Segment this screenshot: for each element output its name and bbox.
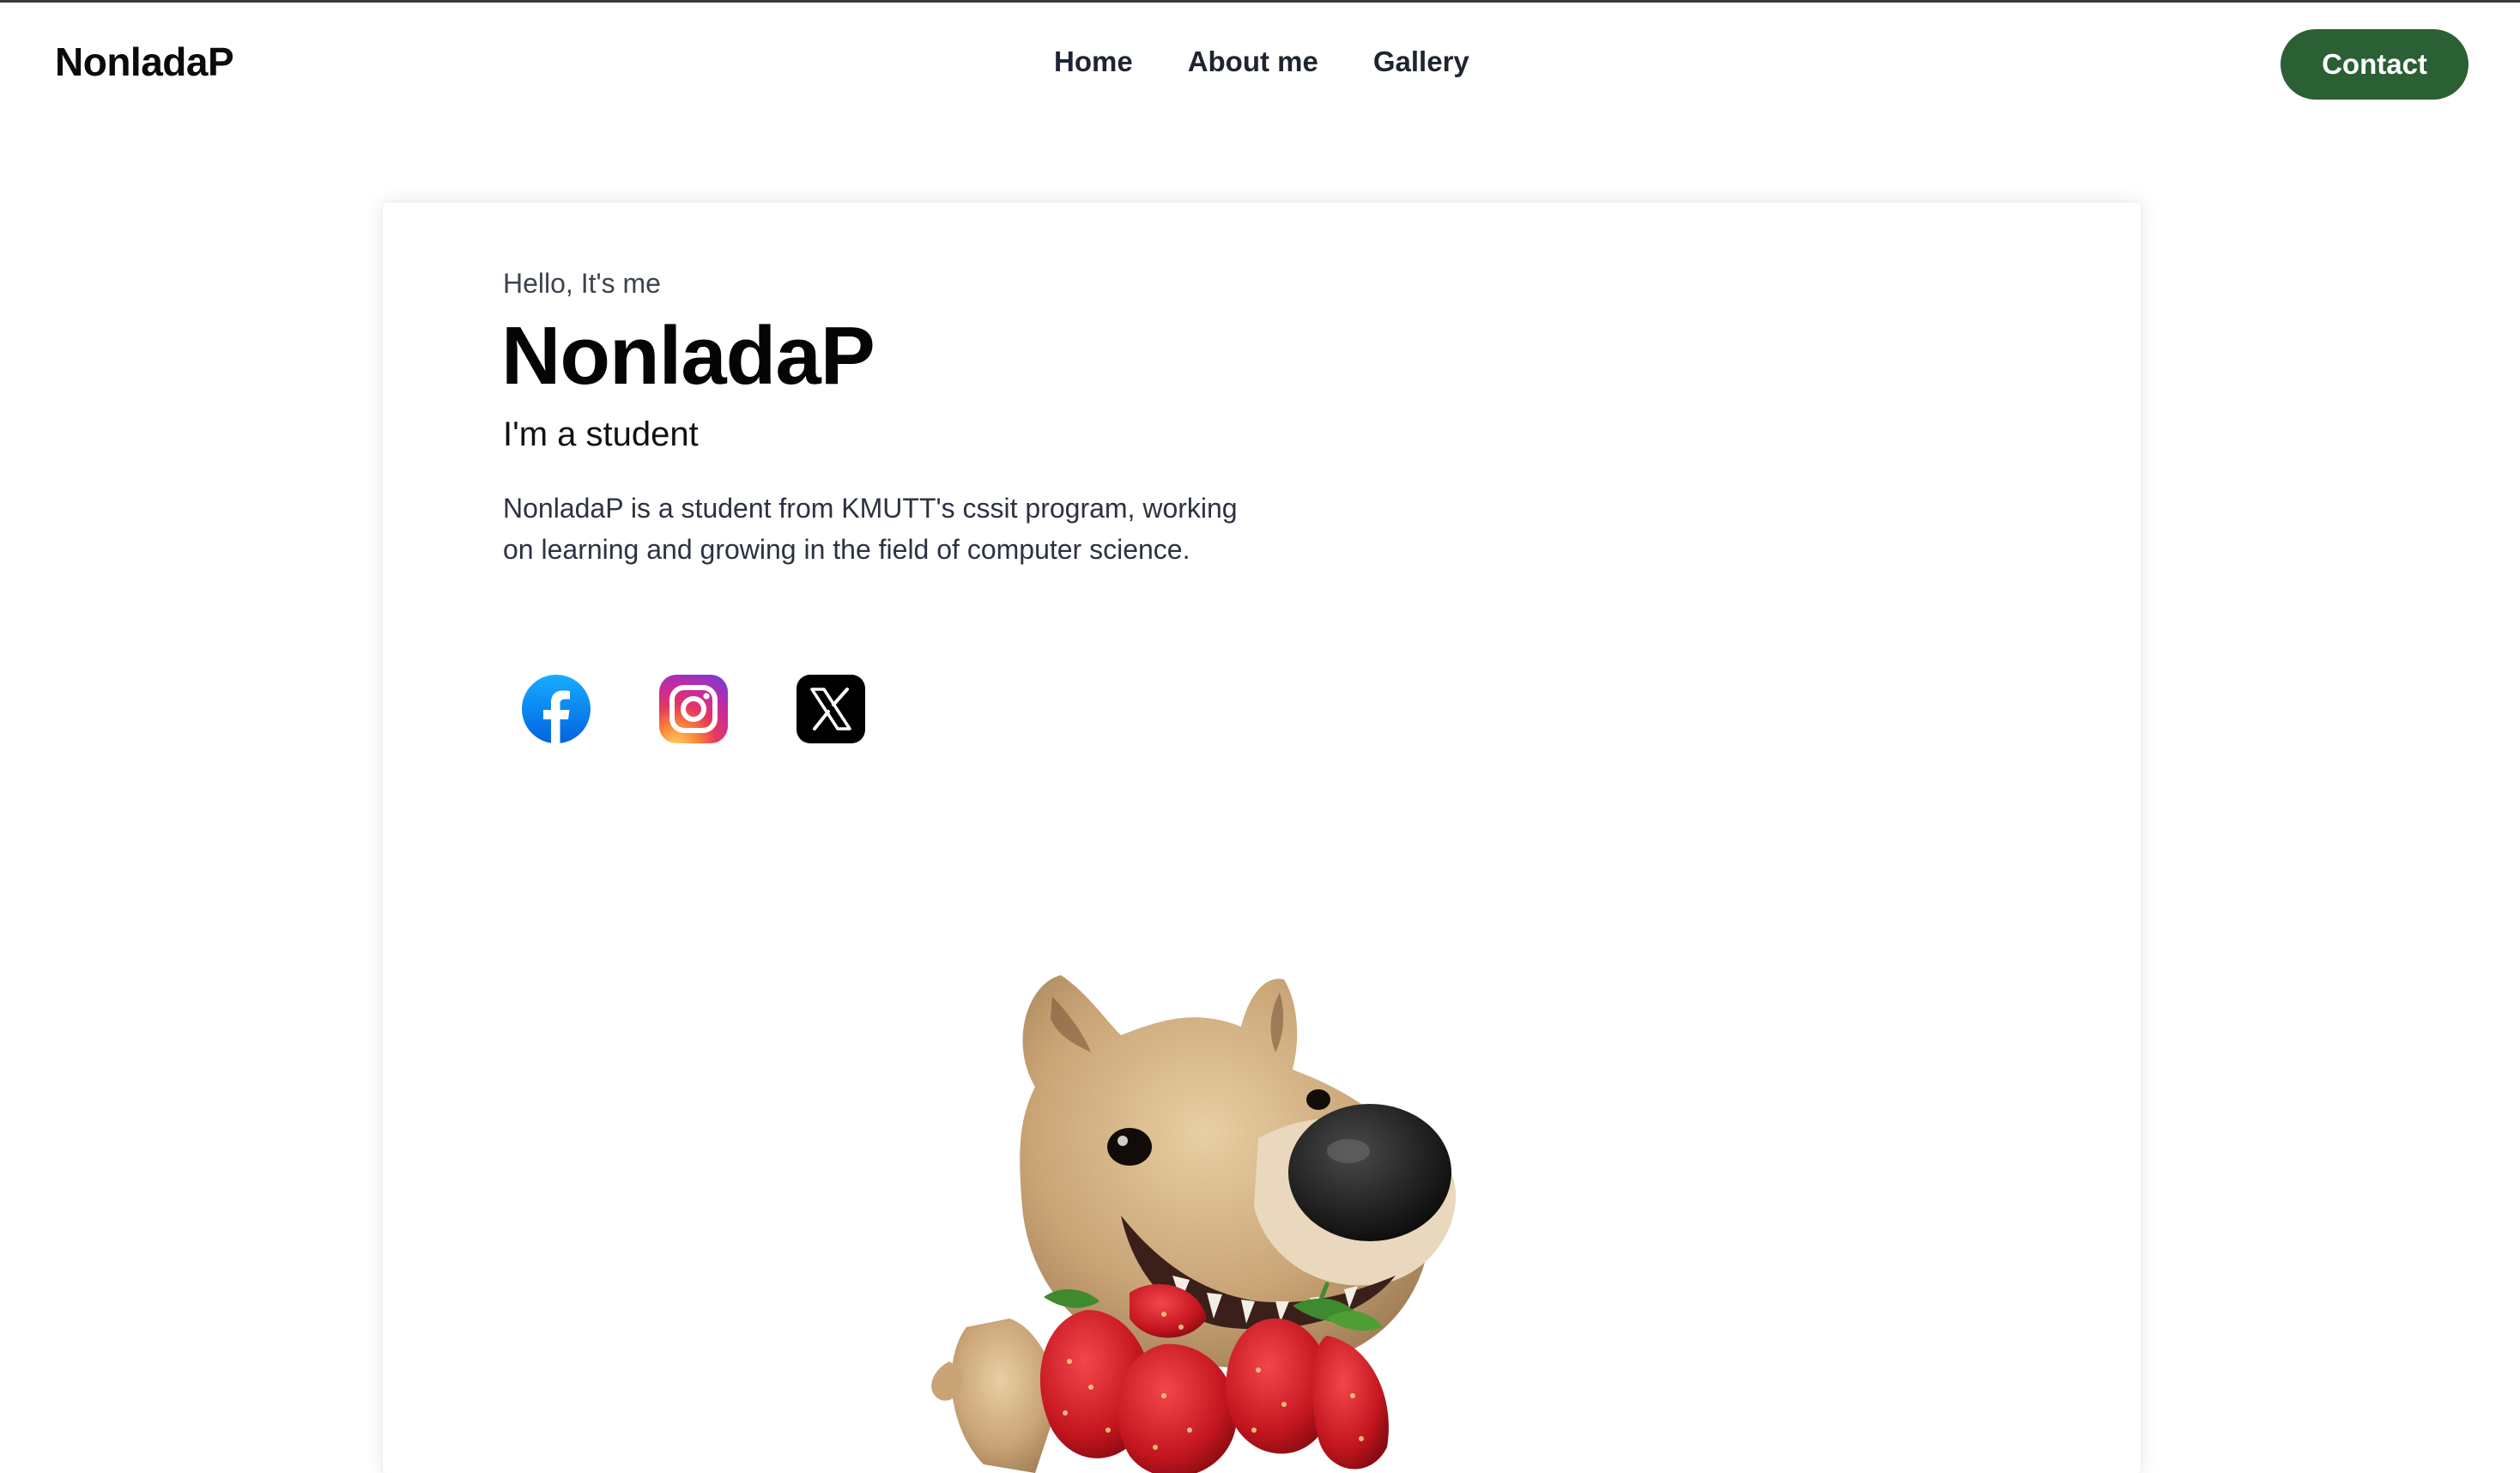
instagram-icon[interactable]: [659, 675, 728, 743]
nav-links: Home About me Gallery: [1054, 45, 1469, 78]
contact-button[interactable]: Contact: [2281, 29, 2469, 100]
nav-about-link[interactable]: About me: [1188, 45, 1318, 78]
hero-card: Hello, It's me NonladaP I'm a student No…: [383, 203, 2141, 1473]
social-links: [522, 675, 865, 743]
brand-logo[interactable]: NonladaP: [55, 39, 234, 85]
hero-bio: NonladaP is a student from KMUTT's cssit…: [503, 493, 1238, 565]
nav-home-link[interactable]: Home: [1054, 45, 1133, 78]
hero-role: I'm a student: [503, 415, 699, 453]
navbar: NonladaP Home About me Gallery Contact: [0, 3, 2520, 126]
dog-with-strawberries-image: [931, 975, 1457, 1473]
x-icon[interactable]: [797, 675, 865, 743]
hero-name: NonladaP: [501, 310, 875, 402]
hero-greeting: Hello, It's me: [503, 268, 661, 299]
nav-gallery-link[interactable]: Gallery: [1373, 45, 1469, 78]
facebook-icon[interactable]: [522, 675, 591, 743]
